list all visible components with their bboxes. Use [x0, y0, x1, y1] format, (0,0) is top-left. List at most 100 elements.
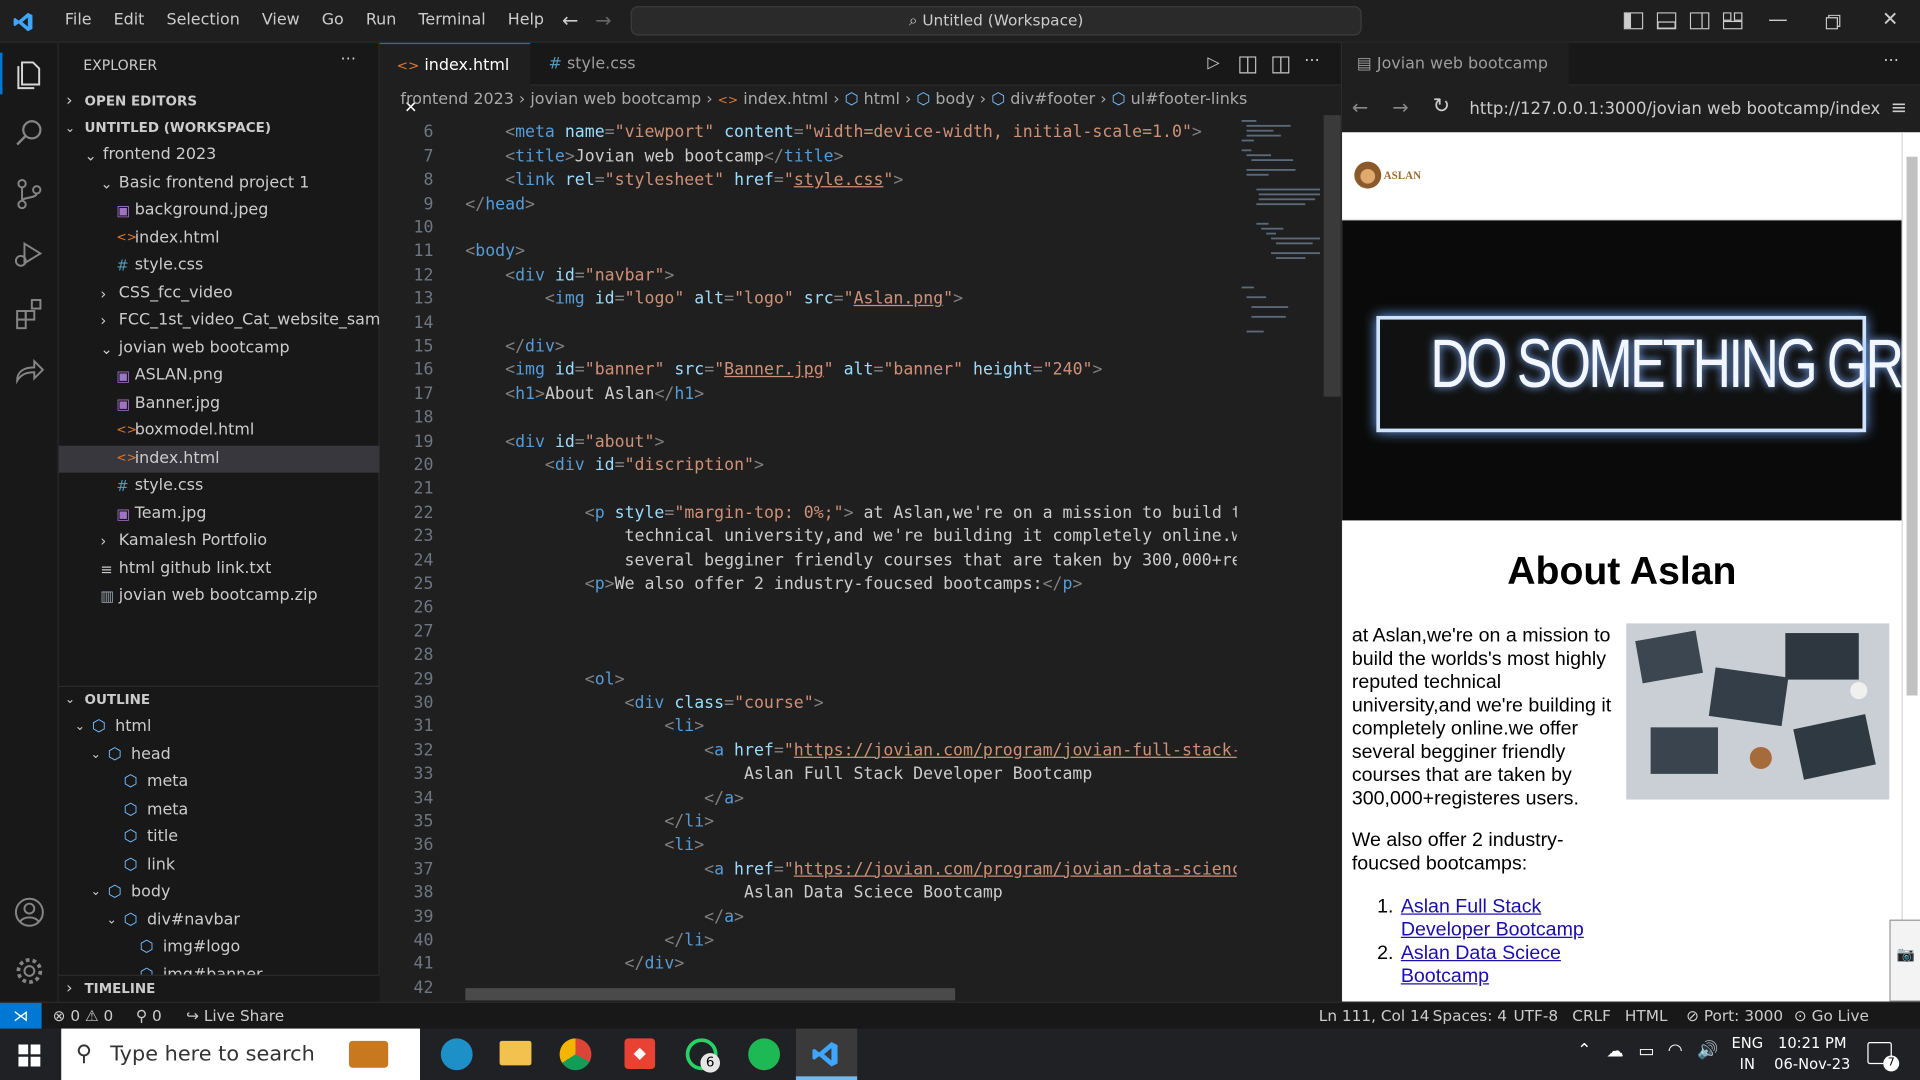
menu-help[interactable]: Help: [497, 11, 555, 29]
menu-run[interactable]: Run: [355, 11, 408, 29]
live-share-icon[interactable]: [10, 354, 49, 393]
tree-item[interactable]: ⌄ Basic frontend project 1: [59, 170, 380, 197]
chevron-up-icon[interactable]: ⌃: [1577, 1041, 1591, 1061]
windows-start-icon[interactable]: [18, 1044, 41, 1067]
minimap[interactable]: [1237, 115, 1323, 360]
outline-item[interactable]: ⬡ meta: [59, 769, 380, 796]
chevron-down-icon[interactable]: ⌄: [91, 741, 101, 768]
course-link[interactable]: Aslan Data Sciece Bootcamp: [1401, 942, 1626, 989]
anydesk-icon[interactable]: ◆: [624, 1038, 656, 1069]
toggle-secondary-sidebar-icon[interactable]: [1689, 12, 1710, 30]
tree-item[interactable]: <> index.html: [58, 445, 380, 473]
source-control-icon[interactable]: [10, 174, 49, 213]
outline-item[interactable]: ⬡ title: [59, 824, 380, 851]
wifi-icon[interactable]: ◠: [1668, 1041, 1683, 1061]
editor-scrollbar-thumb[interactable]: [1323, 115, 1341, 397]
back-arrow-icon[interactable]: ←: [1352, 96, 1368, 119]
breadcrumb-item[interactable]: frontend 2023: [400, 91, 513, 109]
tab-style-css[interactable]: # style.css: [531, 43, 666, 86]
battery-icon[interactable]: ▭: [1638, 1042, 1654, 1062]
restore-icon[interactable]: [1825, 14, 1841, 30]
indentation[interactable]: Spaces: 4: [1433, 1003, 1507, 1030]
tree-item[interactable]: # style.css: [59, 252, 380, 279]
tab-index-html[interactable]: <> index.html ✕: [379, 42, 531, 118]
menu-selection[interactable]: Selection: [155, 11, 250, 29]
tree-item[interactable]: <> index.html: [59, 225, 380, 252]
volume-icon[interactable]: 🔊: [1697, 1041, 1718, 1061]
tree-item[interactable]: ▣ Team.jpg: [59, 500, 380, 527]
open-preview-icon[interactable]: [1239, 56, 1257, 74]
spotify-icon[interactable]: [748, 1038, 781, 1071]
chevron-down-icon[interactable]: ⌄: [107, 907, 117, 934]
go-live-button[interactable]: ⊙ Go Live: [1794, 1003, 1869, 1030]
breadcrumb-item[interactable]: ul#footer-links: [1131, 91, 1248, 109]
outline-item[interactable]: ⌄ ⬡ div#navbar: [59, 907, 380, 934]
accounts-icon[interactable]: [10, 893, 49, 932]
tree-item[interactable]: <> boxmodel.html: [59, 418, 380, 445]
open-editors-section[interactable]: › OPEN EDITORS: [59, 88, 380, 115]
workspace-section[interactable]: ⌄ UNTITLED (WORKSPACE): [59, 115, 380, 142]
settings-gear-icon[interactable]: [10, 951, 49, 990]
breadcrumb-item[interactable]: jovian web bootcamp: [530, 91, 701, 109]
clock[interactable]: 10:21 PM 06-Nov-23: [1773, 1033, 1851, 1075]
file-explorer-icon[interactable]: [499, 1040, 532, 1066]
close-window-icon[interactable]: ✕: [1882, 7, 1898, 30]
live-share-status[interactable]: ↪ Live Share: [186, 1003, 284, 1030]
breadcrumb-item[interactable]: body: [935, 91, 974, 109]
remote-icon[interactable]: ⋊: [0, 1002, 42, 1030]
outline-item[interactable]: ⬡ meta: [59, 797, 380, 824]
menu-icon[interactable]: ≡: [1891, 96, 1907, 119]
tree-item[interactable]: ▣ background.jpeg: [59, 197, 380, 224]
vscode-taskbar-item[interactable]: [795, 1028, 858, 1080]
outline-item[interactable]: ⬡ link: [59, 852, 380, 879]
tree-item[interactable]: ▣ ASLAN.png: [59, 362, 380, 389]
split-editor-icon[interactable]: [1272, 56, 1290, 74]
outline-item[interactable]: ⌄ ⬡ html: [59, 714, 380, 741]
language-mode[interactable]: HTML: [1625, 1003, 1668, 1030]
explorer-files-icon[interactable]: [10, 55, 49, 94]
menu-file[interactable]: File: [54, 11, 103, 29]
menu-go[interactable]: Go: [311, 11, 355, 29]
back-arrow-icon[interactable]: ←: [562, 9, 578, 32]
taskbar-search-box[interactable]: ⚲ Type here to search: [61, 1028, 421, 1080]
edge-icon[interactable]: [440, 1038, 473, 1071]
tree-item[interactable]: ⌄ jovian web bootcamp: [59, 335, 380, 362]
breadcrumb-item[interactable]: div#footer: [1010, 91, 1095, 109]
menu-terminal[interactable]: Terminal: [407, 11, 496, 29]
command-center[interactable]: ⌕ Untitled (Workspace): [630, 6, 1362, 36]
tree-item[interactable]: ▣ Banner.jpg: [59, 390, 380, 417]
encoding[interactable]: UTF-8: [1513, 1003, 1558, 1030]
tree-item[interactable]: › Kamalesh Portfolio: [59, 528, 380, 555]
chevron-down-icon[interactable]: ⌄: [91, 879, 101, 906]
tree-item[interactable]: ▥ jovian web bootcamp.zip: [59, 583, 380, 610]
run-debug-icon[interactable]: [10, 234, 49, 273]
language-indicator[interactable]: ENG IN: [1731, 1033, 1763, 1075]
tree-item[interactable]: # style.css: [59, 473, 380, 500]
customize-layout-icon[interactable]: [1722, 12, 1743, 30]
menu-edit[interactable]: Edit: [103, 11, 156, 29]
camera-icon[interactable]: 📷: [1897, 945, 1915, 962]
outline-item[interactable]: ⌄ ⬡ head: [59, 741, 380, 768]
minimize-icon[interactable]: —: [1768, 7, 1788, 30]
run-icon[interactable]: ▷: [1207, 54, 1219, 72]
preview-scrollbar[interactable]: [1901, 132, 1920, 1002]
ports-status[interactable]: ⚲ 0: [136, 1003, 162, 1030]
menu-view[interactable]: View: [251, 11, 311, 29]
extensions-icon[interactable]: [10, 294, 49, 333]
cloud-icon[interactable]: ☁: [1607, 1042, 1624, 1062]
more-actions-icon[interactable]: ⋯: [340, 50, 356, 68]
cursor-position[interactable]: Ln 111, Col 14: [1319, 1003, 1430, 1030]
reload-icon[interactable]: ↻: [1433, 94, 1450, 118]
tree-item[interactable]: › FCC_1st_video_Cat_website_sample: [59, 307, 404, 334]
outline-section[interactable]: ⌄ OUTLINE: [58, 685, 380, 713]
breadcrumb-item[interactable]: index.html: [743, 91, 828, 109]
more-actions-icon[interactable]: ⋯: [1883, 51, 1899, 69]
url-input[interactable]: http://127.0.0.1:3000/jovian web bootcam…: [1465, 93, 1880, 125]
chrome-icon[interactable]: [559, 1038, 592, 1071]
port-status[interactable]: ⊘ Port: 3000: [1686, 1003, 1783, 1030]
tree-item[interactable]: ⌄ frontend 2023: [59, 142, 380, 169]
tab-preview[interactable]: ▤ Jovian web bootcamp ✕: [1342, 42, 1569, 116]
horizontal-scrollbar-thumb[interactable]: [465, 988, 956, 1001]
toggle-panel-icon[interactable]: [1656, 12, 1677, 30]
code-editor[interactable]: 5 <meta charset="UTF-8">6 <meta name="vi…: [380, 115, 1237, 1002]
